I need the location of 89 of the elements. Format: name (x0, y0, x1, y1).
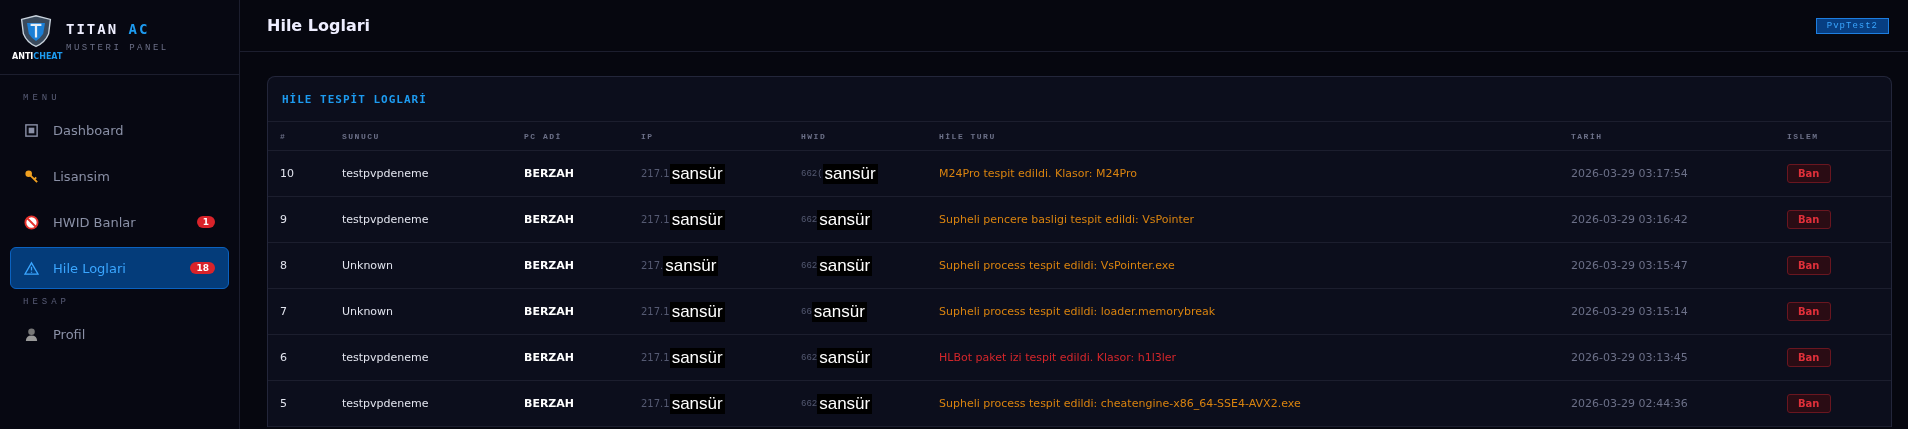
ip-fragment: 217.1 (641, 352, 670, 363)
censor-label: sansür (817, 347, 873, 368)
table-cell: 10 (280, 167, 294, 180)
table-cell: 5 (280, 397, 287, 410)
user-tag: PvpTest2 (1815, 17, 1889, 34)
ban-button[interactable]: Ban (1787, 348, 1831, 367)
censor-label: sansür (669, 393, 725, 414)
key-icon (24, 168, 39, 184)
table-cell: 7 (280, 305, 287, 318)
ip-fragment: 217.1 (641, 168, 670, 179)
table-cell: Unknown (342, 259, 394, 272)
sidebar-item[interactable]: Lisansim (10, 155, 229, 197)
ban-button[interactable]: Ban (1787, 302, 1831, 321)
censor-label: sansür (817, 255, 873, 276)
censor-label: sansür (817, 393, 873, 414)
user-icon (24, 326, 39, 342)
table-cell: BERZAH (524, 259, 575, 272)
column-header: TARİH (1571, 131, 1603, 141)
column-header: IP (641, 131, 654, 141)
hwid-fragment: 662 (801, 398, 818, 409)
prohibited-icon (24, 214, 39, 230)
table-cell: Supheli pencere basligi tespit edildi: VsPointer (939, 213, 1195, 226)
column-header: HİLE TURU (939, 131, 996, 141)
table-cell: M24Pro tespit edildi. Klasor: M24Pro (939, 167, 1137, 180)
hwid-fragment: 662 (801, 352, 818, 363)
ip-fragment: 217.1 (641, 398, 670, 409)
table-cell: testpvpdeneme (342, 397, 429, 410)
table-cell: 9 (280, 213, 287, 226)
hwid-fragment: 662 (801, 260, 818, 271)
table-cell: testpvpdeneme (342, 213, 429, 226)
censor-label: sansür (669, 163, 725, 184)
table-cell: 2026-03-29 03:15:47 (1571, 259, 1688, 272)
section-label: MENU (22, 93, 62, 103)
brand-name: TITAN AC (66, 21, 151, 37)
table-cell: BERZAH (524, 351, 575, 364)
censor-label: sansür (669, 347, 725, 368)
table-cell: Supheli process tespit edildi: VsPointer.exe (939, 259, 1175, 272)
censor-label: sansür (663, 255, 719, 276)
table-cell: BERZAH (524, 397, 575, 410)
table-cell: testpvpdeneme (342, 167, 429, 180)
table-cell: HLBot paket izi tespit edildi. Klasor: h1l3ler (939, 351, 1177, 364)
card-title: HİLE TESPİT LOGLARİ (268, 77, 1891, 122)
logo-caption: ANTICHEAT (12, 52, 63, 61)
column-header: # (280, 131, 287, 141)
sidebar-item[interactable]: Hile Loglari 18 (10, 247, 229, 289)
table-cell: 2026-03-29 03:13:45 (1571, 351, 1688, 364)
table-cell: 2026-03-29 03:16:42 (1571, 213, 1688, 226)
page-title: Hile Loglari (267, 16, 371, 35)
censor-label: sansür (822, 163, 878, 184)
ban-button[interactable]: Ban (1787, 394, 1831, 413)
table-cell: 2026-03-29 02:44:36 (1571, 397, 1688, 410)
count-badge: 18 (190, 262, 215, 274)
brand-subtitle: MUSTERI PANEL (66, 43, 169, 53)
censor-label: sansür (669, 209, 725, 230)
warning-icon (24, 260, 39, 276)
column-header: SUNUCU (342, 131, 380, 141)
count-badge: 1 (196, 216, 215, 228)
table-cell: 2026-03-29 03:15:14 (1571, 305, 1688, 318)
ip-fragment: 217. (641, 260, 664, 271)
table-cell: 2026-03-29 03:17:54 (1571, 167, 1688, 180)
censor-label: sansür (811, 301, 867, 322)
column-header: PC ADİ (524, 131, 562, 141)
table-cell: BERZAH (524, 167, 575, 180)
ban-button[interactable]: Ban (1787, 210, 1831, 229)
table-cell: Supheli process tespit edildi: loader.memorybreak (939, 305, 1216, 318)
ban-button[interactable]: Ban (1787, 164, 1831, 183)
ban-button[interactable]: Ban (1787, 256, 1831, 275)
ip-fragment: 217.1 (641, 214, 670, 225)
table-cell: 8 (280, 259, 287, 272)
censor-label: sansür (669, 301, 725, 322)
shield-logo-icon (18, 14, 54, 50)
hwid-fragment: 662( (801, 168, 823, 179)
table-cell: testpvpdeneme (342, 351, 429, 364)
ip-fragment: 217.1 (641, 306, 670, 317)
hwid-fragment: 66 (801, 306, 812, 317)
section-label: HESAP (22, 297, 71, 307)
sidebar-item[interactable]: Dashboard (10, 109, 229, 151)
table-cell: 6 (280, 351, 287, 364)
square-icon (24, 122, 39, 138)
column-header: HWID (801, 131, 827, 141)
table-cell: BERZAH (524, 305, 575, 318)
table-cell: Unknown (342, 305, 394, 318)
table-cell: Supheli process tespit edildi: cheatengine-x86_64-SSE4-AVX2.exe (939, 397, 1301, 410)
hwid-fragment: 662 (801, 214, 818, 225)
column-header: ISLEM (1787, 131, 1819, 141)
censor-label: sansür (817, 209, 873, 230)
sidebar-item[interactable]: HWID Banlar 1 (10, 201, 229, 243)
sidebar-item[interactable]: Profil (10, 313, 229, 355)
table-cell: BERZAH (524, 213, 575, 226)
